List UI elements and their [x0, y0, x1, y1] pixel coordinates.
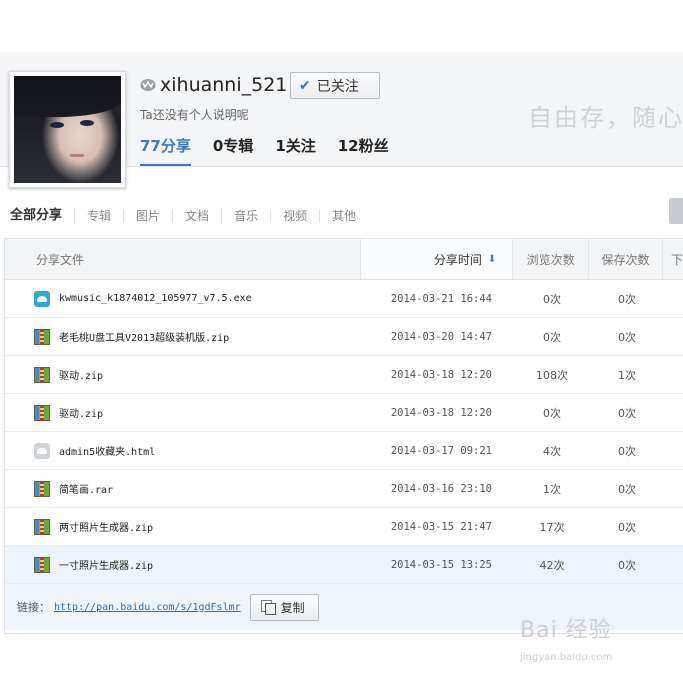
- save-count: 0次: [618, 482, 636, 496]
- save-count: 0次: [618, 330, 636, 344]
- view-toggle-button[interactable]: [669, 198, 683, 224]
- stat-fans[interactable]: 12粉丝: [338, 135, 389, 166]
- file-name-link[interactable]: 两寸照片生成器.zip: [59, 519, 153, 534]
- tab-music[interactable]: 音乐: [221, 209, 270, 223]
- stat-following[interactable]: 1关注: [275, 135, 315, 166]
- table-header: 分享文件 分享时间 ⬇ 浏览次数 保存次数 下: [5, 239, 683, 280]
- table-row[interactable]: 两寸照片生成器.zip 2014-03-15 21:47 17次 0次: [5, 508, 683, 546]
- view-count: 0次: [543, 292, 561, 306]
- share-link[interactable]: http://pan.baidu.com/s/1gdFslmr: [54, 602, 241, 613]
- stat-albums[interactable]: 0专辑: [213, 135, 253, 166]
- file-name-link[interactable]: 驱动.zip: [59, 367, 103, 382]
- vip-badge-icon: [140, 79, 156, 91]
- avatar[interactable]: [9, 71, 126, 188]
- profile-stats: 77分享 0专辑 1关注 12粉丝: [140, 135, 411, 166]
- file-cell: 驱动.zip: [5, 366, 362, 383]
- file-cell: kwmusic_k1874012_105977_v7.5.exe: [5, 290, 362, 307]
- html-file-icon: [34, 442, 50, 459]
- share-time: 2014-03-17 09:21: [390, 444, 492, 457]
- copy-button-label: 复制: [280, 600, 305, 615]
- view-count: 1次: [543, 482, 561, 496]
- category-filter-tabs: 全部分享 专辑 图片 文档 音乐 视频 其他: [10, 209, 368, 223]
- table-row[interactable]: 老毛桃U盘工具V2013超级装机版.zip 2014-03-20 14:47 0次 0…: [5, 318, 683, 356]
- zip-file-icon: [34, 518, 50, 535]
- file-name-link[interactable]: admin5收藏夹.html: [59, 443, 155, 458]
- watermark-logo: Bai 经验: [520, 618, 612, 643]
- column-header-time[interactable]: 分享时间 ⬇: [361, 239, 514, 279]
- column-header-file: 分享文件: [5, 239, 362, 279]
- stat-shares[interactable]: 77分享: [140, 135, 191, 166]
- file-name-link[interactable]: 一寸照片生成器.zip: [59, 557, 153, 572]
- file-name-link[interactable]: kwmusic_k1874012_105977_v7.5.exe: [59, 293, 252, 304]
- zip-file-icon: [34, 366, 50, 383]
- file-name-link[interactable]: 老毛桃U盘工具V2013超级装机版.zip: [59, 329, 229, 344]
- tab-documents[interactable]: 文档: [172, 209, 221, 223]
- save-count: 0次: [618, 520, 636, 534]
- file-cell: 一寸照片生成器.zip: [5, 556, 362, 573]
- save-count: 0次: [618, 292, 636, 306]
- check-icon: ✔: [299, 77, 311, 94]
- zip-file-icon: [34, 328, 50, 345]
- file-name-link[interactable]: 驱动.zip: [59, 405, 103, 420]
- table-row[interactable]: admin5收藏夹.html 2014-03-17 09:21 4次 0次: [5, 432, 683, 470]
- file-cell: admin5收藏夹.html: [5, 442, 362, 459]
- link-label: 链接：: [17, 601, 50, 614]
- share-time: 2014-03-15 13:25: [390, 558, 492, 571]
- file-name-link[interactable]: 简笔画.rar: [59, 481, 113, 496]
- save-count: 0次: [618, 444, 636, 458]
- zip-file-icon: [34, 404, 50, 421]
- table-row[interactable]: 驱动.zip 2014-03-18 12:20 0次 0次: [5, 394, 683, 432]
- tab-images[interactable]: 图片: [123, 209, 172, 223]
- exe-file-icon: [34, 290, 50, 307]
- share-time: 2014-03-15 21:47: [390, 520, 492, 533]
- table-row[interactable]: 一寸照片生成器.zip 2014-03-15 13:25 42次 0次: [5, 546, 683, 584]
- table-row[interactable]: 简笔画.rar 2014-03-16 23:10 1次 0次: [5, 470, 683, 508]
- watermark-url: jingyan.baidu.com: [520, 652, 613, 663]
- tab-all-shares[interactable]: 全部分享: [10, 209, 74, 223]
- share-time: 2014-03-21 16:44: [390, 292, 492, 305]
- zip-file-icon: [34, 556, 50, 573]
- column-header-time-label: 分享时间: [433, 252, 482, 267]
- copy-button[interactable]: 复制: [249, 593, 319, 621]
- view-count: 0次: [543, 330, 561, 344]
- tab-video[interactable]: 视频: [270, 209, 319, 223]
- share-time: 2014-03-18 12:20: [390, 368, 492, 381]
- column-header-views: 浏览次数: [513, 239, 590, 279]
- column-header-more: 下: [671, 252, 683, 267]
- file-cell: 驱动.zip: [5, 404, 362, 421]
- save-count: 0次: [618, 406, 636, 420]
- view-count: 4次: [543, 444, 561, 458]
- zip-file-icon: [34, 480, 50, 497]
- save-count: 1次: [618, 368, 636, 382]
- table-row[interactable]: 驱动.zip 2014-03-18 12:20 108次 1次: [5, 356, 683, 394]
- share-file-table: 分享文件 分享时间 ⬇ 浏览次数 保存次数 下 kwmusic_k1874012…: [4, 238, 683, 634]
- username: xihuanni_521: [160, 74, 288, 96]
- sort-down-icon: ⬇: [487, 253, 497, 265]
- copy-icon: [260, 600, 276, 615]
- table-row[interactable]: kwmusic_k1874012_105977_v7.5.exe 2014-03-…: [5, 280, 683, 318]
- tab-other[interactable]: 其他: [319, 209, 368, 223]
- file-cell: 老毛桃U盘工具V2013超级装机版.zip: [5, 328, 362, 345]
- follow-button-label: 已关注: [316, 78, 359, 95]
- view-count: 42次: [539, 558, 565, 572]
- share-time: 2014-03-18 12:20: [390, 406, 492, 419]
- avatar-image: [14, 76, 121, 183]
- view-count: 108次: [536, 368, 568, 382]
- table-body: kwmusic_k1874012_105977_v7.5.exe 2014-03-…: [5, 280, 683, 584]
- slogan-banner: 自由存，随心: [528, 104, 683, 132]
- save-count: 0次: [618, 558, 636, 572]
- column-header-saves: 保存次数: [589, 239, 663, 279]
- tab-albums[interactable]: 专辑: [74, 209, 123, 223]
- view-count: 0次: [543, 406, 561, 420]
- file-cell: 简笔画.rar: [5, 480, 362, 497]
- share-time: 2014-03-20 14:47: [390, 330, 492, 343]
- share-time: 2014-03-16 23:10: [390, 482, 492, 495]
- view-count: 17次: [539, 520, 565, 534]
- baidu-jingyan-watermark: Bai 经验 jingyan.baidu.com: [520, 612, 680, 682]
- follow-button[interactable]: ✔ 已关注: [290, 72, 380, 99]
- file-cell: 两寸照片生成器.zip: [5, 518, 362, 535]
- user-bio: Ta还没有个人说明呢: [140, 108, 249, 122]
